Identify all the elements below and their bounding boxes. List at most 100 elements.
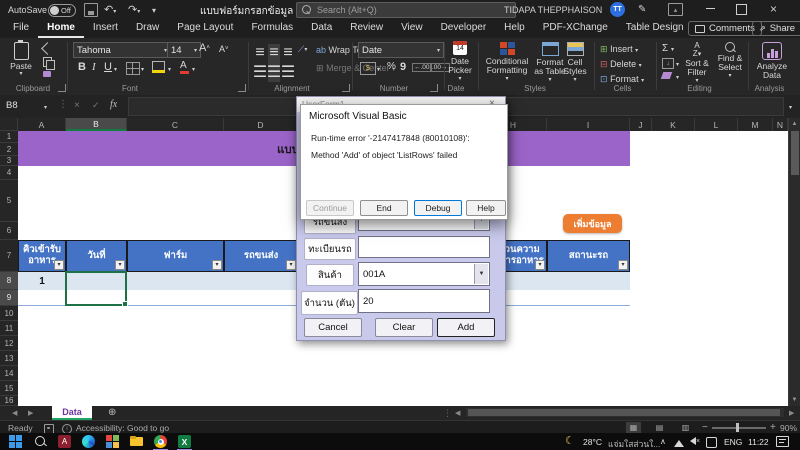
- percent-style-icon[interactable]: %: [387, 61, 396, 72]
- filter-icon[interactable]: ▾: [535, 260, 545, 270]
- new-sheet-icon[interactable]: ⊕: [108, 407, 116, 418]
- zoom-in-icon[interactable]: +: [770, 422, 776, 433]
- filter-icon[interactable]: ▾: [618, 260, 628, 270]
- undo-icon[interactable]: ↶▾: [104, 3, 116, 16]
- fill-dropdown-icon[interactable]: ▾: [676, 61, 679, 68]
- cell-styles-button[interactable]: Cell Styles▾: [560, 42, 590, 83]
- col-header-I[interactable]: I: [547, 118, 630, 131]
- analyze-data-button[interactable]: Analyze Data: [752, 42, 792, 81]
- notification-center-icon[interactable]: [776, 436, 789, 447]
- row-header-8[interactable]: 8: [0, 272, 18, 290]
- minimize-icon[interactable]: [706, 8, 715, 9]
- ribbon-tab-page-layout[interactable]: Page Layout: [168, 20, 242, 36]
- ribbon-tab-developer[interactable]: Developer: [432, 20, 496, 36]
- clear-dropdown-icon[interactable]: ▾: [676, 74, 679, 81]
- search-box[interactable]: Search (Alt+Q): [296, 2, 516, 18]
- underline-icon[interactable]: U: [104, 61, 112, 73]
- userform-cancel-button[interactable]: Cancel: [304, 318, 362, 337]
- name-box[interactable]: B8: [6, 100, 18, 111]
- comma-style-icon[interactable]: 9: [400, 61, 406, 73]
- increase-decimal-icon[interactable]: ←.00: [412, 63, 432, 72]
- title-dropdown-icon[interactable]: ▾: [258, 6, 261, 13]
- chrome-icon[interactable]: [154, 435, 167, 448]
- maximize-icon[interactable]: [736, 4, 747, 15]
- accessibility-status[interactable]: Accessibility: Good to go: [76, 423, 169, 433]
- sheet-prev-icon[interactable]: ◀: [12, 409, 17, 417]
- alignment-dialog-launcher-icon[interactable]: [342, 84, 350, 92]
- selected-cell[interactable]: [65, 271, 127, 306]
- table-header-farm[interactable]: ฟาร์ม▾: [127, 240, 224, 272]
- clipboard-dialog-launcher-icon[interactable]: [58, 84, 66, 92]
- start-button-icon[interactable]: [9, 435, 22, 448]
- pen-mode-icon[interactable]: ✎: [638, 4, 646, 15]
- ribbon-tab-formulas[interactable]: Formulas: [242, 20, 302, 36]
- file-explorer-icon[interactable]: [130, 435, 143, 448]
- scroll-up-icon[interactable]: ▲: [789, 118, 800, 130]
- volume-muted-icon[interactable]: ×: [690, 437, 700, 447]
- vscroll-thumb[interactable]: [791, 131, 799, 175]
- autosum-button[interactable]: Σ ▾: [662, 43, 674, 54]
- hscroll-thumb[interactable]: [468, 409, 780, 416]
- document-title[interactable]: แบบฟอร์มกรอกข้อมูล: [200, 4, 293, 19]
- comments-button[interactable]: Comments: [688, 21, 762, 36]
- ribbon-tab-help[interactable]: Help: [495, 20, 534, 36]
- tray-app-icon[interactable]: [706, 437, 717, 448]
- ribbon-tab-view[interactable]: View: [392, 20, 432, 36]
- underline-dropdown-icon[interactable]: ▾: [114, 66, 117, 73]
- align-center-icon[interactable]: ☰: [268, 62, 280, 82]
- row-header-11[interactable]: 11: [0, 321, 18, 336]
- ribbon-tab-home[interactable]: Home: [38, 20, 84, 38]
- col-header-A[interactable]: A: [18, 118, 66, 131]
- ribbon-tab-draw[interactable]: Draw: [127, 20, 168, 36]
- vertical-scrollbar[interactable]: ▲ ▼: [788, 118, 800, 406]
- orientation-icon[interactable]: ⟋▾: [298, 44, 307, 55]
- product-combo[interactable]: 001A ▼: [358, 262, 490, 286]
- date-picker-button[interactable]: 14 Date Picker▾: [444, 41, 476, 82]
- zoom-slider-knob[interactable]: [736, 423, 739, 432]
- filter-icon[interactable]: ▾: [212, 260, 222, 270]
- hidden-icons-icon[interactable]: ∧: [660, 437, 666, 446]
- fill-color-icon[interactable]: [152, 61, 165, 73]
- row-header-15[interactable]: 15: [0, 381, 18, 396]
- weather-temp[interactable]: 28°C: [583, 437, 602, 447]
- row-header-4[interactable]: 4: [0, 166, 18, 180]
- row-header-9[interactable]: 9: [0, 290, 18, 306]
- insert-cells-button[interactable]: ⊞ Insert ▾: [600, 44, 638, 55]
- language-indicator[interactable]: ENG: [724, 437, 742, 447]
- merge-center-button[interactable]: ⊞ Merge & Center ▾: [316, 63, 395, 74]
- bold-icon[interactable]: B: [78, 61, 86, 73]
- increase-font-icon[interactable]: A˄: [199, 42, 210, 54]
- user-name[interactable]: TIDAPA THEPPHAISON: [504, 5, 602, 15]
- dropdown-icon[interactable]: ▼: [474, 264, 488, 284]
- table-header-status[interactable]: สถานะรถ▾: [547, 240, 630, 272]
- avatar[interactable]: TT: [610, 2, 625, 17]
- italic-icon[interactable]: I: [92, 61, 96, 73]
- row-header-5[interactable]: 5: [0, 180, 18, 222]
- ribbon-tab-data[interactable]: Data: [302, 20, 341, 36]
- accounting-format-icon[interactable]: $: [360, 62, 376, 75]
- fill-button[interactable]: ↓: [662, 58, 674, 69]
- zoom-slider-track[interactable]: [712, 427, 766, 429]
- share-button[interactable]: ⇗ Share: [752, 21, 800, 36]
- filter-icon[interactable]: ▾: [286, 260, 296, 270]
- formula-bar-expand-icon[interactable]: ▾: [789, 104, 792, 111]
- debug-button[interactable]: Debug: [414, 200, 462, 216]
- align-left-icon[interactable]: ☰: [254, 62, 266, 82]
- conditional-formatting-button[interactable]: Conditional Formatting▾: [482, 42, 532, 82]
- align-middle-icon[interactable]: ≡: [268, 44, 280, 62]
- font-dialog-launcher-icon[interactable]: [238, 84, 246, 92]
- page-layout-view-icon[interactable]: ▤: [652, 422, 667, 433]
- hscroll-track[interactable]: [466, 408, 784, 417]
- hscroll-splitter[interactable]: ⋮: [443, 408, 452, 419]
- font-color-icon[interactable]: A: [180, 60, 187, 71]
- autosave-toggle[interactable]: Off: [48, 4, 76, 17]
- red-app-icon[interactable]: A: [58, 435, 71, 448]
- row-header-13[interactable]: 13: [0, 351, 18, 366]
- cut-icon[interactable]: [42, 44, 53, 53]
- hscroll-left-icon[interactable]: ◀: [455, 409, 460, 417]
- row-header-12[interactable]: 12: [0, 336, 18, 351]
- copy-icon[interactable]: [43, 57, 52, 67]
- decrease-font-icon[interactable]: A˅: [219, 44, 229, 54]
- ribbon-tab-pdf-xchange[interactable]: PDF-XChange: [534, 20, 617, 36]
- excel-taskbar-icon[interactable]: X: [178, 435, 191, 448]
